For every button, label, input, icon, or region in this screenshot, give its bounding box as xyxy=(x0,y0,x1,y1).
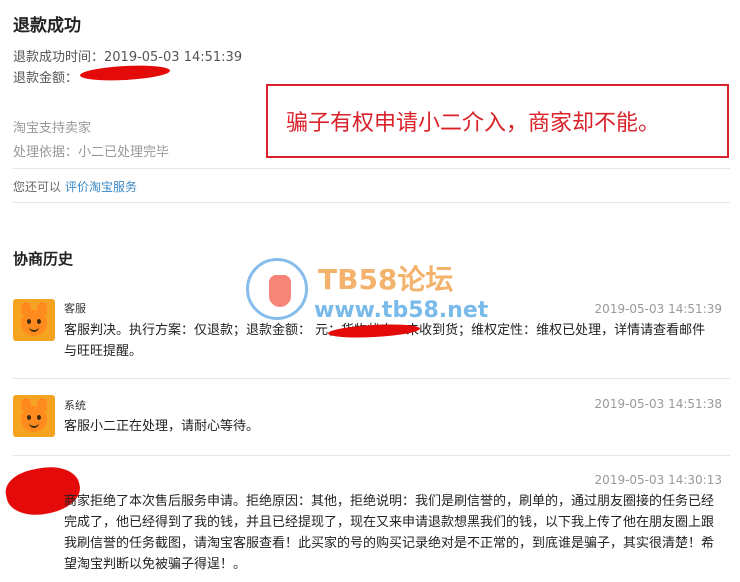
divider xyxy=(13,455,730,456)
success-time-label: 退款成功时间： xyxy=(13,50,105,65)
divider xyxy=(13,202,730,203)
callout-box: 骗子有权申请小二介入，商家却不能。 xyxy=(266,84,729,158)
watermark-title: TB58论坛 xyxy=(318,263,454,296)
entry-time: 2019-05-03 14:51:38 xyxy=(594,397,722,411)
watermark: TB58论坛 www.tb58.net xyxy=(244,256,524,336)
divider xyxy=(13,168,730,169)
callout-text: 骗子有权申请小二介入，商家却不能。 xyxy=(286,111,661,136)
rate-service-link[interactable]: 评价淘宝服务 xyxy=(65,180,137,194)
refund-success-time: 退款成功时间：2019-05-03 14:51:39 xyxy=(13,46,242,65)
entry-time: 2019-05-03 14:30:13 xyxy=(594,473,722,487)
success-time-value: 2019-05-03 14:51:39 xyxy=(104,50,243,65)
rate-prefix: 您还可以 xyxy=(13,180,62,194)
entry-message: 客服小二正在处理，请耐心等待。 xyxy=(64,419,260,434)
refund-amount-label: 退款金额： xyxy=(13,71,79,86)
entry-sender: 客服 xyxy=(64,302,86,315)
watermark-url: www.tb58.net xyxy=(314,298,489,323)
mascot-avatar-icon xyxy=(13,299,55,341)
mascot-avatar-icon xyxy=(13,395,55,437)
rate-row: 您还可以 评价淘宝服务 xyxy=(13,178,137,195)
entry-sender: 系统 xyxy=(64,399,86,412)
refund-title: 退款成功 xyxy=(13,16,81,36)
hand-logo-icon xyxy=(246,258,308,320)
basis-text: 处理依据：小二已处理完毕 xyxy=(13,145,170,160)
divider xyxy=(13,378,730,379)
entry-time: 2019-05-03 14:51:39 xyxy=(594,302,722,316)
history-title: 协商历史 xyxy=(13,250,74,268)
support-text: 淘宝支持卖家 xyxy=(13,121,92,136)
entry-message: 商家拒绝了本次售后服务申请。拒绝原因：其他，拒绝说明：我们是刷信誉的，刷单的，通… xyxy=(64,494,715,572)
amount-redaction xyxy=(79,63,171,83)
refund-amount: 退款金额： xyxy=(13,67,78,86)
